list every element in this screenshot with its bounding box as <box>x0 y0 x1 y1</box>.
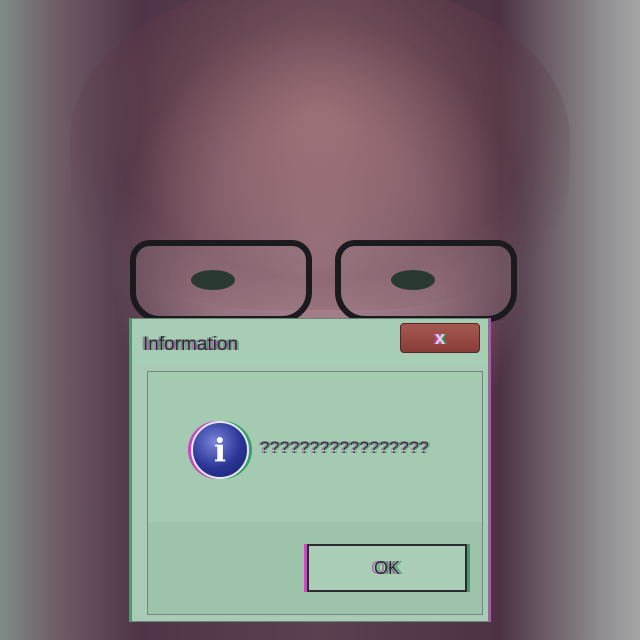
close-icon: x <box>434 327 445 348</box>
dialog-title: Information <box>143 334 239 355</box>
dialog-content: i ????????????????? OK <box>147 371 483 615</box>
right-eye <box>391 270 435 290</box>
glasses <box>130 240 520 322</box>
info-icon: i <box>191 421 249 479</box>
button-area: OK <box>148 522 482 614</box>
dialog-titlebar[interactable]: Information x <box>132 319 488 365</box>
dialog-message: ????????????????? <box>260 438 430 457</box>
right-lens <box>335 240 517 322</box>
information-dialog: Information x i ????????????????? OK <box>131 318 489 622</box>
left-lens <box>130 240 312 322</box>
left-eye <box>191 270 235 290</box>
message-area: i ????????????????? <box>148 372 482 522</box>
close-button[interactable]: x <box>400 323 480 353</box>
ok-button[interactable]: OK <box>307 544 467 592</box>
